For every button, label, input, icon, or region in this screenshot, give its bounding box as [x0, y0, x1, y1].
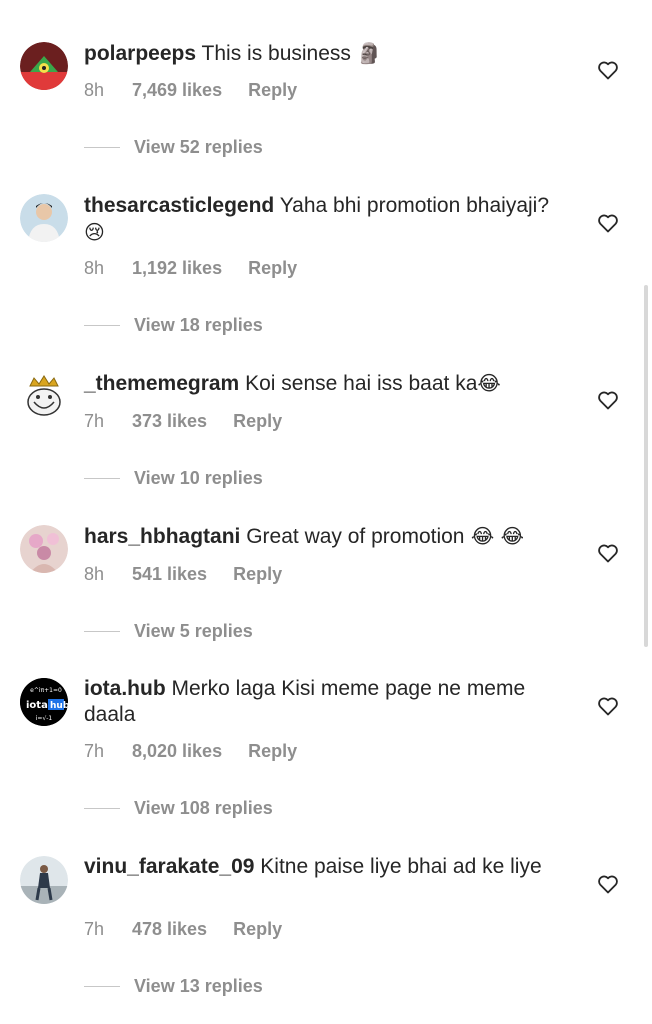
comment-meta: 8h 1,192 likes Reply	[84, 258, 297, 279]
replies-divider	[84, 631, 120, 632]
avatar[interactable]	[20, 372, 68, 420]
view-replies-button[interactable]: View 5 replies	[84, 621, 253, 642]
avatar[interactable]	[20, 856, 68, 904]
comment-meta: 8h 7,469 likes Reply	[84, 80, 297, 101]
reply-button[interactable]: Reply	[233, 411, 282, 432]
reply-button[interactable]: Reply	[233, 564, 282, 585]
comment-username[interactable]: polarpeeps	[84, 42, 196, 65]
comment-likes[interactable]: 8,020 likes	[132, 741, 222, 762]
comment-text: _thememegram Koi sense hai iss baat ka😂	[84, 370, 564, 397]
view-replies-button[interactable]: View 13 replies	[84, 976, 263, 997]
comment-time: 7h	[84, 919, 105, 939]
comment-time: 7h	[84, 411, 105, 431]
comment-time: 8h	[84, 258, 105, 278]
comment-username[interactable]: _thememegram	[84, 372, 239, 395]
reply-button[interactable]: Reply	[248, 741, 297, 762]
comment-text: hars_hbhagtani Great way of promotion 😂 …	[84, 523, 564, 550]
moai-emoji: 🗿	[356, 41, 382, 65]
heart-outline-icon[interactable]	[596, 541, 620, 565]
svg-text:hub: hub	[50, 701, 68, 711]
heart-outline-icon[interactable]	[596, 58, 620, 82]
comment-body: Great way of promotion	[246, 525, 465, 548]
laughing-emoji: 😂 😂	[464, 524, 524, 548]
comment-username[interactable]: iota.hub	[84, 677, 166, 700]
avatar[interactable]	[20, 194, 68, 242]
comment-text: polarpeeps This is business 🗿	[84, 40, 564, 67]
comment-text: iota.hub Merko laga Kisi meme page ne me…	[84, 676, 564, 728]
comment-meta: 7h 478 likes Reply	[84, 919, 282, 940]
avatar[interactable]: e^iπ+1=0 iota hub i=√-1	[20, 678, 68, 726]
view-replies-label: View 52 replies	[134, 137, 263, 157]
svg-text:iota: iota	[26, 700, 48, 711]
replies-divider	[84, 808, 120, 809]
svg-text:i=√-1: i=√-1	[36, 715, 53, 722]
comment-time: 8h	[84, 564, 105, 584]
comment-likes[interactable]: 7,469 likes	[132, 80, 222, 101]
comment-username[interactable]: hars_hbhagtani	[84, 525, 240, 548]
heart-outline-icon[interactable]	[596, 872, 620, 896]
comment-meta: 7h 8,020 likes Reply	[84, 741, 297, 762]
comment-text: vinu_farakate_09 Kitne paise liye bhai a…	[84, 854, 564, 880]
comment-meta: 8h 541 likes Reply	[84, 564, 282, 585]
avatar[interactable]	[20, 42, 68, 90]
comment-time: 7h	[84, 741, 105, 761]
comment-body: This is business	[201, 42, 351, 65]
view-replies-button[interactable]: View 18 replies	[84, 315, 263, 336]
scrollbar[interactable]	[644, 285, 648, 647]
comment-likes[interactable]: 541 likes	[132, 564, 207, 585]
view-replies-label: View 10 replies	[134, 468, 263, 488]
replies-divider	[84, 325, 120, 326]
view-replies-button[interactable]: View 10 replies	[84, 468, 263, 489]
view-replies-label: View 108 replies	[134, 798, 273, 818]
comment-username[interactable]: vinu_farakate_09	[84, 855, 254, 878]
svg-text:e^iπ+1=0: e^iπ+1=0	[30, 687, 62, 694]
comment-body: Yaha bhi promotion bhaiyaji?	[279, 194, 550, 217]
view-replies-label: View 18 replies	[134, 315, 263, 335]
comment-text: thesarcasticlegend Yaha bhi promotion bh…	[84, 193, 564, 246]
view-replies-label: View 5 replies	[134, 621, 253, 641]
view-replies-button[interactable]: View 108 replies	[84, 798, 273, 819]
comment-body: Kitne paise liye bhai ad ke liye	[260, 855, 542, 878]
replies-divider	[84, 147, 120, 148]
reply-button[interactable]: Reply	[248, 258, 297, 279]
reply-button[interactable]: Reply	[248, 80, 297, 101]
view-replies-button[interactable]: View 52 replies	[84, 137, 263, 158]
crying-emoji: 😢	[84, 220, 105, 244]
reply-button[interactable]: Reply	[233, 919, 282, 940]
comment-likes[interactable]: 373 likes	[132, 411, 207, 432]
avatar[interactable]	[20, 525, 68, 573]
laughing-emoji: 😂	[477, 371, 501, 395]
comment-likes[interactable]: 478 likes	[132, 919, 207, 940]
view-replies-label: View 13 replies	[134, 976, 263, 996]
heart-outline-icon[interactable]	[596, 388, 620, 412]
comment-username[interactable]: thesarcasticlegend	[84, 194, 274, 217]
comment-time: 8h	[84, 80, 105, 100]
heart-outline-icon[interactable]	[596, 694, 620, 718]
comment-likes[interactable]: 1,192 likes	[132, 258, 222, 279]
heart-outline-icon[interactable]	[596, 211, 620, 235]
replies-divider	[84, 478, 120, 479]
iota-hub-logo: e^iπ+1=0 iota hub i=√-1	[20, 678, 68, 726]
comment-body: Koi sense hai iss baat ka	[245, 372, 478, 395]
comment-meta: 7h 373 likes Reply	[84, 411, 282, 432]
replies-divider	[84, 986, 120, 987]
